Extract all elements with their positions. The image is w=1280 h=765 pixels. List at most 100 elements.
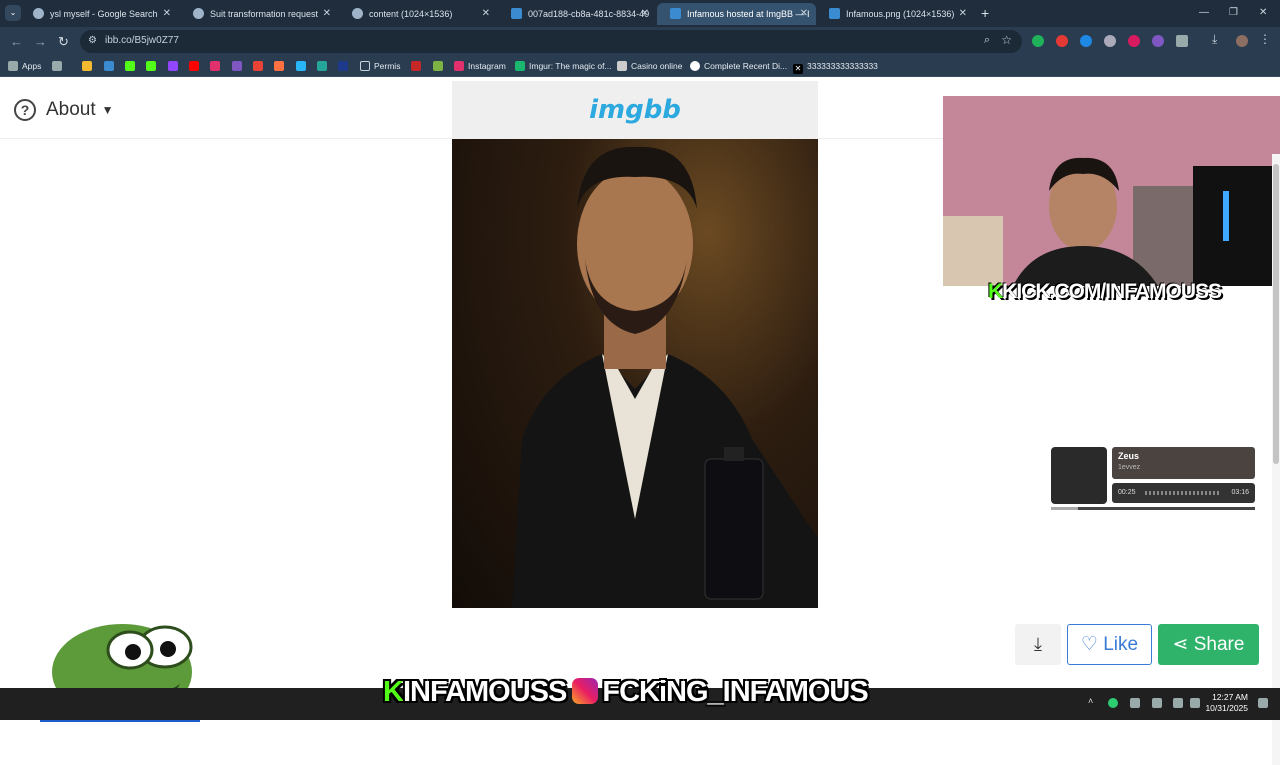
waveform xyxy=(1145,491,1220,495)
sync-icon[interactable] xyxy=(1130,698,1140,708)
grid-icon[interactable] xyxy=(52,61,62,71)
network-icon[interactable] xyxy=(1173,698,1183,708)
notification-icon[interactable] xyxy=(1258,698,1268,708)
google-icon xyxy=(33,8,44,19)
bookmark-icon[interactable] xyxy=(104,61,114,71)
elapsed-time: 00:25 xyxy=(1118,489,1136,496)
portrait-illustration xyxy=(512,146,818,608)
tab-infamous-png[interactable]: Infamous.png (1024×1536) ✕ xyxy=(816,3,975,25)
bookmark-icon[interactable] xyxy=(317,61,327,71)
bookmark-complete[interactable]: Complete Recent Di... xyxy=(690,59,787,73)
clock-time: 12:27 AM xyxy=(1212,692,1248,702)
chart-bookmark-icon[interactable] xyxy=(433,61,443,71)
imgbb-logo-bar[interactable]: imgbb xyxy=(452,81,818,139)
track-artist: 1evvez xyxy=(1118,464,1141,471)
restore-icon[interactable]: ❐ xyxy=(1229,7,1238,18)
microphone-icon[interactable] xyxy=(1152,698,1162,708)
tab-search-chevron-icon[interactable]: ⌄ xyxy=(5,5,21,21)
bookmark-permis[interactable]: Permis xyxy=(360,59,400,73)
url-text[interactable]: ibb.co/B5jw0Z77 xyxy=(105,35,179,46)
tab-strip: ⌄ ysl myself - Google Search ✕ Suit tran… xyxy=(0,0,1280,27)
close-tab-icon[interactable]: ✕ xyxy=(323,3,331,25)
scroll-thumb[interactable] xyxy=(1273,164,1279,464)
bookmark-icon[interactable] xyxy=(232,61,242,71)
instagram-icon[interactable] xyxy=(210,61,220,71)
extension-icon[interactable] xyxy=(1080,35,1092,47)
extensions-puzzle-icon[interactable] xyxy=(1176,35,1188,47)
back-icon[interactable]: ← xyxy=(10,34,23,49)
imgbb-logo[interactable]: imgbb xyxy=(452,95,818,125)
download-button[interactable]: ⤓ xyxy=(1015,624,1061,665)
share-button[interactable]: ⋖ Share xyxy=(1158,624,1259,665)
tab-imgbb-active[interactable]: Infamous hosted at ImgBB — I ✕ xyxy=(657,3,816,25)
bookmark-icon[interactable] xyxy=(338,61,348,71)
system-clock[interactable]: 12:27 AM 10/31/2025 xyxy=(1205,692,1248,714)
close-tab-icon[interactable]: ✕ xyxy=(163,3,171,25)
youtube-icon[interactable] xyxy=(189,61,199,71)
bookmark-icon[interactable] xyxy=(411,61,421,71)
tab-suit-transformation[interactable]: Suit transformation request ✕ xyxy=(180,3,339,25)
bookmark-x[interactable]: ✕ 333333333333333 xyxy=(793,59,878,74)
x-icon: ✕ xyxy=(793,64,803,74)
like-label: Like xyxy=(1103,634,1139,655)
track-title: Zeus xyxy=(1118,451,1140,461)
twitch-icon[interactable] xyxy=(168,61,178,71)
tab-label: content (1024×1536) xyxy=(369,9,453,19)
close-tab-icon[interactable]: ✕ xyxy=(800,3,808,25)
bookmark-casino[interactable]: Casino online xyxy=(617,59,683,73)
zoom-icon[interactable]: ⌕ xyxy=(984,34,990,47)
extension-icon[interactable] xyxy=(1056,35,1068,47)
about-menu[interactable]: ? About ▼ xyxy=(14,99,114,121)
download-icon[interactable]: ⤓ xyxy=(1212,32,1224,46)
tab-image-id[interactable]: 007ad188-cb8a-481c-8834-40 ✕ xyxy=(498,3,657,25)
tab-label: Infamous hosted at ImgBB — I xyxy=(687,9,810,19)
site-info-icon[interactable]: ⚙ xyxy=(88,35,97,46)
webcam-illustration xyxy=(943,96,1280,286)
imgbb-icon xyxy=(511,8,522,19)
close-tab-icon[interactable]: ✕ xyxy=(641,3,649,25)
tray-chevron-icon[interactable]: ˄ xyxy=(1088,696,1098,706)
tab-label: ysl myself - Google Search xyxy=(50,9,158,19)
binance-icon[interactable] xyxy=(82,61,92,71)
kick-handle: INFAMOUSS xyxy=(402,676,567,708)
kick-icon[interactable] xyxy=(146,61,156,71)
heart-icon: ♡ xyxy=(1080,634,1098,655)
bookmark-icon[interactable] xyxy=(296,61,306,71)
tab-label: 007ad188-cb8a-481c-8834-40 xyxy=(528,9,650,19)
gmail-icon[interactable] xyxy=(253,61,263,71)
instagram-icon xyxy=(572,678,599,704)
profile-avatar[interactable] xyxy=(1236,35,1248,47)
extension-icon[interactable] xyxy=(1104,35,1116,47)
close-tab-icon[interactable]: ✕ xyxy=(482,3,490,25)
extension-icon[interactable] xyxy=(1032,35,1044,47)
forward-icon[interactable]: → xyxy=(34,34,47,49)
window-close-icon[interactable]: ✕ xyxy=(1259,7,1267,18)
address-bar[interactable]: ⚙ ibb.co/B5jw0Z77 ⌕ ☆ xyxy=(80,30,1022,53)
extension-icon[interactable] xyxy=(1152,35,1164,47)
minimize-icon[interactable]: — xyxy=(1199,7,1209,18)
status-icon[interactable] xyxy=(1108,698,1118,708)
tab-label: Infamous.png (1024×1536) xyxy=(846,9,955,19)
kick-icon[interactable] xyxy=(125,61,135,71)
tab-content-image[interactable]: content (1024×1536) ✕ xyxy=(339,3,498,25)
bookmark-icon[interactable] xyxy=(274,61,284,71)
menu-kebab-icon[interactable]: ⋮ xyxy=(1259,32,1271,46)
extension-icon[interactable] xyxy=(1128,35,1140,47)
bookmark-star-icon[interactable]: ☆ xyxy=(1001,33,1012,47)
caret-down-icon: ▼ xyxy=(101,103,114,117)
like-button[interactable]: ♡ Like xyxy=(1067,624,1152,665)
page-scrollbar[interactable] xyxy=(1272,154,1280,765)
bookmark-instagram[interactable]: Instagram xyxy=(454,59,506,73)
bookmark-imgur[interactable]: Imgur: The magic of... xyxy=(515,59,612,73)
reload-icon[interactable]: ↻ xyxy=(58,34,69,50)
bookmarks-bar: Apps Permis Instagram Imgur: The magic o… xyxy=(0,56,1280,77)
hosted-image[interactable] xyxy=(452,139,818,608)
download-icon: ⤓ xyxy=(1034,634,1042,654)
volume-icon[interactable] xyxy=(1190,698,1200,708)
share-icon: ⋖ xyxy=(1172,634,1189,655)
tab-google-search[interactable]: ysl myself - Google Search ✕ xyxy=(20,3,179,25)
bookmark-apps[interactable]: Apps xyxy=(8,59,41,73)
close-tab-icon[interactable]: ✕ xyxy=(959,3,967,25)
progress-track xyxy=(1051,507,1255,510)
new-tab-button[interactable]: + xyxy=(981,5,989,21)
